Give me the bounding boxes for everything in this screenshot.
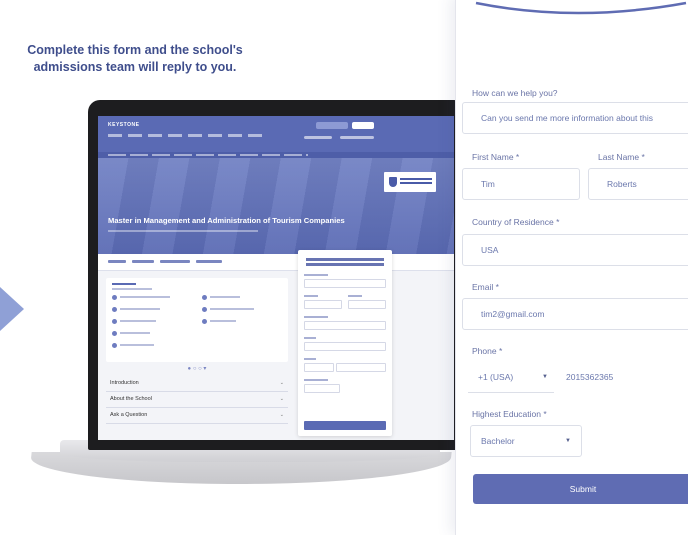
nav-pill[interactable] <box>316 122 348 129</box>
nav-links <box>108 134 268 137</box>
site-navbar: KEYSTONE <box>98 116 454 152</box>
tab[interactable] <box>160 260 190 263</box>
first-name-label: First Name * <box>472 152 520 162</box>
tab[interactable] <box>108 260 126 263</box>
email-input[interactable]: tim2@gmail.com <box>462 298 688 330</box>
submit-button[interactable]: Submit <box>473 474 688 504</box>
arrow-right-icon <box>0 287 24 331</box>
help-input[interactable]: Can you send me more information about t… <box>462 102 688 134</box>
accordion-about-school[interactable]: About the School ⌄ <box>106 392 288 408</box>
education-select[interactable]: Bachelor ▼ <box>470 425 582 457</box>
email-label: Email * <box>472 282 499 292</box>
nav-sublink[interactable] <box>304 136 332 139</box>
program-details: ● ○ ○ ▾ Introduction ⌄ About the School ⌄ … <box>106 278 288 424</box>
school-logo <box>384 172 436 192</box>
nav-pill[interactable] <box>352 122 374 129</box>
tab[interactable] <box>132 260 154 263</box>
program-tabs <box>98 254 454 271</box>
accordion-introduction[interactable]: Introduction ⌄ <box>106 376 288 392</box>
phone-input[interactable]: 2015362365 <box>556 362 688 392</box>
education-label: Highest Education * <box>472 409 547 419</box>
nav-sublink[interactable] <box>340 136 374 139</box>
chevron-down-icon: ▼ <box>542 373 548 380</box>
phone-code-underline <box>468 392 554 393</box>
site-logo[interactable]: KEYSTONE <box>108 122 139 128</box>
accordion-ask-question[interactable]: Ask a Question ⌄ <box>106 408 288 424</box>
program-info-card <box>106 278 288 362</box>
carousel-dots[interactable]: ● ○ ○ ▾ <box>106 362 288 376</box>
tab[interactable] <box>196 260 222 263</box>
country-select[interactable]: USA <box>462 234 688 266</box>
first-name-input[interactable]: Tim <box>462 168 580 200</box>
country-label: Country of Residence * <box>472 217 560 227</box>
last-name-input[interactable]: Roberts <box>588 168 688 200</box>
program-title: Master in Management and Administration … <box>108 216 345 225</box>
phone-code-select[interactable]: +1 (USA) ▼ <box>462 362 554 392</box>
last-name-label: Last Name * <box>598 152 645 162</box>
program-hero: Master in Management and Administration … <box>98 158 454 254</box>
laptop-screen: KEYSTONE Master in Management and Admini… <box>98 116 454 440</box>
phone-label: Phone * <box>472 346 503 356</box>
mini-contact-form <box>298 250 392 436</box>
card-decoration <box>475 1 687 15</box>
form-title: Complete this form and the school's admi… <box>27 43 243 74</box>
chevron-down-icon: ▼ <box>565 437 571 444</box>
help-label: How can we help you? <box>472 88 558 98</box>
